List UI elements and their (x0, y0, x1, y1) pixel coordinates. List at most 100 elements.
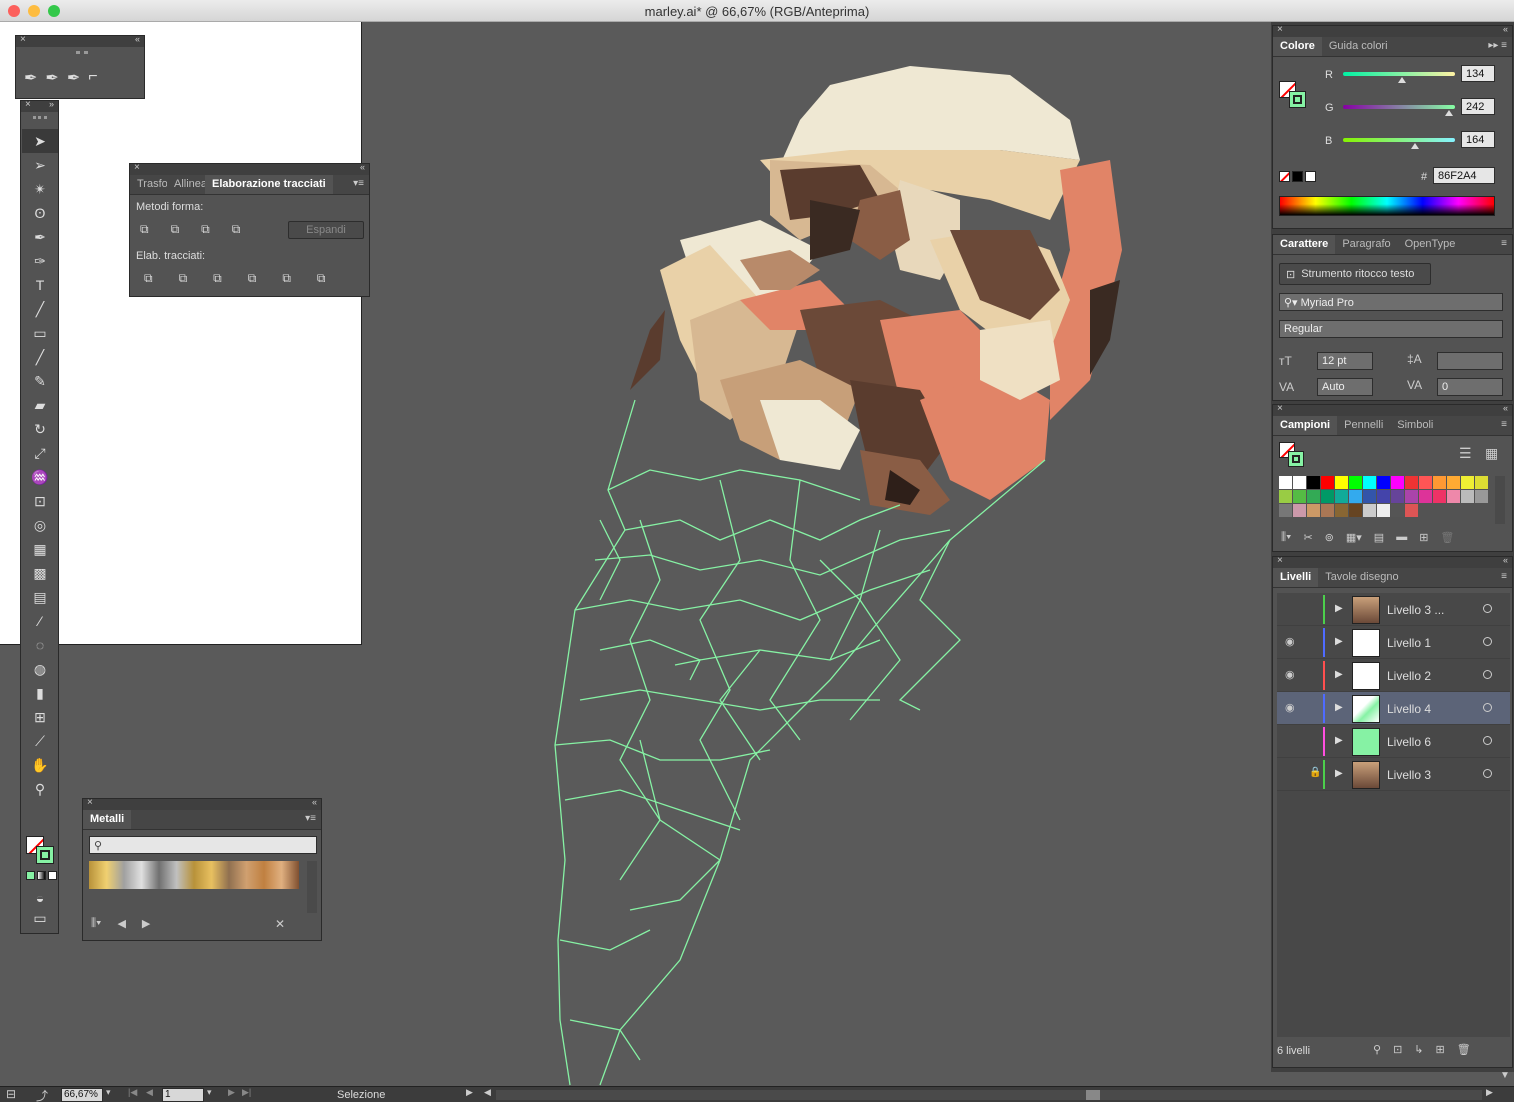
color-swatch[interactable] (1293, 490, 1306, 503)
direct-selection-tool-icon[interactable]: ➢ (22, 153, 58, 177)
swatch-options-icon[interactable]: ✕ (275, 917, 285, 931)
visibility-eye-icon[interactable]: ◉ (1285, 635, 1295, 648)
eyedropper-tool-icon[interactable]: ⁄ (22, 609, 58, 633)
fill-stroke-widget[interactable] (1279, 81, 1307, 109)
g-slider[interactable] (1343, 105, 1455, 109)
first-artboard-icon[interactable]: |◀ (128, 1087, 137, 1098)
artboard-number-field[interactable]: 1 (162, 1088, 204, 1102)
collapse-icon[interactable]: « (312, 797, 317, 807)
lock-toggle[interactable] (1309, 668, 1319, 680)
color-swatch[interactable] (1279, 476, 1292, 489)
previous-library-icon[interactable]: ◀ (117, 917, 125, 930)
free-transform-tool-icon[interactable]: ⊡ (22, 489, 58, 513)
g-value-field[interactable]: 242 (1461, 98, 1495, 115)
panel-menu-icon[interactable]: ≡ (1501, 419, 1507, 430)
lock-toggle[interactable] (1309, 602, 1319, 614)
color-swatch[interactable] (1335, 504, 1348, 517)
tab-transform[interactable]: Trasfo (130, 175, 167, 194)
close-icon[interactable]: × (1277, 24, 1283, 35)
visibility-toggle[interactable] (1285, 734, 1297, 746)
list-view-icon[interactable]: ☰ (1459, 445, 1472, 462)
lock-toggle[interactable] (1309, 701, 1319, 713)
color-swatch[interactable] (1307, 504, 1320, 517)
collapse-icon[interactable]: « (360, 162, 365, 172)
minus-front-icon[interactable]: ⧉ (171, 222, 180, 237)
magic-wand-tool-icon[interactable]: ✴ (22, 177, 58, 201)
black-swatch[interactable] (1292, 171, 1303, 182)
lock-toggle[interactable] (1309, 635, 1319, 647)
tab-pathfinder[interactable]: Elaborazione tracciati (205, 175, 333, 194)
swatch-scrollbar[interactable] (1495, 476, 1505, 524)
layer-row[interactable]: ▶ Livello 6 (1277, 725, 1510, 758)
none-swatch[interactable] (1279, 171, 1290, 182)
outline-icon[interactable]: ⧉ (282, 271, 291, 286)
color-swatch[interactable] (1461, 490, 1474, 503)
place-swatch-icon[interactable]: ✂ (1303, 531, 1312, 544)
color-swatch[interactable] (1335, 490, 1348, 503)
color-swatch[interactable] (1293, 476, 1306, 489)
tracking-field[interactable]: 0 (1437, 378, 1503, 396)
color-swatch[interactable] (1363, 504, 1376, 517)
white-swatch[interactable] (1305, 171, 1316, 182)
target-circle-icon[interactable] (1483, 637, 1492, 646)
previous-artboard-icon[interactable]: ◀ (146, 1087, 153, 1098)
kerning-field[interactable]: Auto (1317, 378, 1373, 396)
none-mode-icon[interactable] (48, 871, 57, 880)
collapse-icon[interactable]: « (135, 34, 140, 44)
eraser-tool-icon[interactable]: ▰ (22, 393, 58, 417)
merge-icon[interactable]: ⧉ (213, 271, 222, 286)
slice-tool-icon[interactable]: ⟋ (22, 729, 58, 753)
delete-swatch-icon[interactable]: 🗑 (1440, 531, 1454, 544)
collapse-icon[interactable]: « (1503, 24, 1508, 34)
scroll-left-icon[interactable]: ◀ (484, 1087, 491, 1098)
tab-symbols[interactable]: Simboli (1390, 416, 1440, 435)
color-swatch[interactable] (1321, 504, 1334, 517)
artwork-low-poly-portrait[interactable] (540, 60, 1140, 1090)
gradient-mode-icon[interactable] (37, 871, 46, 880)
visibility-toggle[interactable] (1285, 767, 1297, 779)
expand-icon[interactable]: » (49, 99, 54, 109)
expand-arrow-icon[interactable]: ▶ (1335, 669, 1343, 680)
color-swatch[interactable] (1377, 476, 1390, 489)
color-swatch[interactable] (1363, 490, 1376, 503)
swatch-libraries-menu-icon[interactable]: ⫼▾ (91, 917, 101, 930)
touch-type-tool-button[interactable]: ⊡ Strumento ritocco testo (1279, 263, 1431, 285)
metals-swatch-grid[interactable] (89, 861, 299, 889)
column-graph-tool-icon[interactable]: ▮ (22, 681, 58, 705)
artboard-tool-icon[interactable]: ⊞ (22, 705, 58, 729)
expand-arrow-icon[interactable]: ▶ (1335, 603, 1343, 614)
add-anchor-point-icon[interactable]: ✒ (45, 68, 58, 88)
delete-anchor-point-icon[interactable]: ✒ (67, 68, 80, 88)
r-slider[interactable] (1343, 72, 1455, 76)
selection-tool-icon[interactable]: ➤ (22, 129, 58, 153)
scroll-right-icon[interactable]: ▶ (1486, 1087, 1493, 1098)
collapse-icon[interactable]: « (1503, 555, 1508, 565)
expand-arrow-icon[interactable]: ▶ (1335, 702, 1343, 713)
pencil-tool-icon[interactable]: ✎ (22, 369, 58, 393)
visibility-eye-icon[interactable]: ◉ (1285, 668, 1295, 681)
close-icon[interactable]: × (20, 34, 26, 45)
grip-handle[interactable] (33, 116, 47, 119)
color-swatch[interactable] (1391, 490, 1404, 503)
lasso-tool-icon[interactable]: ʘ (22, 201, 58, 225)
target-circle-icon[interactable] (1483, 769, 1492, 778)
new-folder-icon[interactable]: ▬ (1396, 531, 1407, 544)
color-swatch[interactable] (1363, 476, 1376, 489)
color-swatch[interactable] (1405, 504, 1418, 517)
fill-stroke-widget[interactable] (26, 836, 56, 866)
color-swatch[interactable] (1321, 476, 1334, 489)
minus-back-icon[interactable]: ⧉ (317, 271, 326, 286)
grip-handle[interactable] (76, 51, 88, 54)
artboard-dropdown-icon[interactable]: ▾ (207, 1087, 212, 1098)
new-color-group-icon[interactable]: ▤ (1374, 531, 1384, 544)
panel-menu-icon[interactable]: ≡ (1501, 238, 1507, 249)
b-slider[interactable] (1343, 138, 1455, 142)
color-swatch[interactable] (1475, 476, 1488, 489)
curvature-tool-icon[interactable]: ✑ (22, 249, 58, 273)
horizontal-scroll-thumb[interactable] (1086, 1090, 1100, 1100)
perspective-grid-tool-icon[interactable]: ▦ (22, 537, 58, 561)
unite-icon[interactable]: ⧉ (140, 222, 149, 237)
tab-layers[interactable]: Livelli (1273, 568, 1319, 587)
color-swatch[interactable] (1349, 490, 1362, 503)
line-tool-icon[interactable]: ╱ (22, 297, 58, 321)
